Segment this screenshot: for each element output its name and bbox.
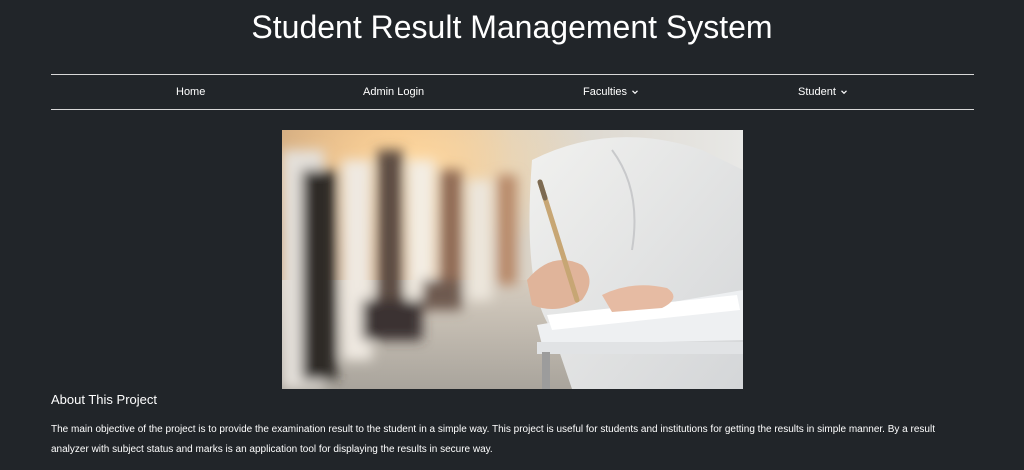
chevron-down-icon: [840, 90, 847, 95]
nav-faculties-dropdown[interactable]: Faculties: [583, 75, 639, 109]
page-title: Student Result Management System: [251, 9, 773, 45]
chevron-down-icon: [632, 90, 638, 95]
nav-student-label: Student: [798, 86, 836, 98]
nav-admin-login-link[interactable]: Admin Login: [363, 75, 424, 109]
nav-faculties-label: Faculties: [583, 86, 628, 98]
hero-image: [282, 130, 743, 389]
about-heading: About This Project: [51, 392, 157, 407]
nav-student-dropdown[interactable]: Student: [798, 75, 848, 109]
nav-home-link[interactable]: Home: [176, 75, 205, 109]
main-navbar: Home Admin Login Faculties Student: [51, 74, 974, 110]
student-writing-exam-photo: [282, 130, 743, 389]
about-text: The main objective of the project is to …: [51, 424, 935, 455]
nav-home-label: Home: [176, 86, 206, 98]
nav-admin-login-label: Admin Login: [363, 86, 425, 98]
